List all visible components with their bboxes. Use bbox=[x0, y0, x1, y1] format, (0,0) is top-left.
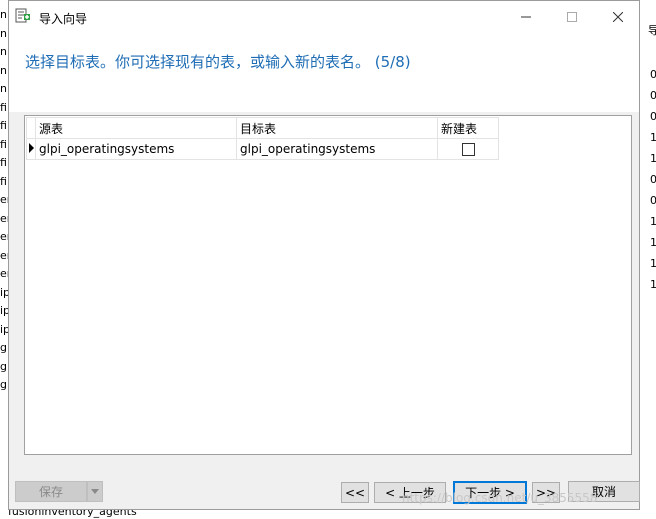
background-left-item: er bbox=[0, 248, 8, 262]
background-right-item: 1 bbox=[650, 257, 656, 270]
background-left-item: gi bbox=[0, 359, 8, 373]
source-table-cell[interactable]: glpi_operatingsystems bbox=[35, 138, 237, 160]
save-label: 保存 bbox=[38, 485, 63, 499]
background-left-item: er bbox=[0, 267, 8, 280]
window-title: 导入向导 bbox=[39, 12, 88, 26]
background-right-item: 1 bbox=[650, 236, 656, 249]
background-left-item: gi bbox=[0, 378, 8, 391]
title-bar[interactable]: 导入向导 bbox=[9, 1, 639, 32]
background-left-item: ip bbox=[0, 322, 8, 336]
header-panel: 选择目标表。你可选择现有的表，或输入新的表名。 (5/8) bbox=[9, 32, 639, 112]
background-right-item: 0 bbox=[650, 68, 656, 81]
background-left-item: ni bbox=[0, 82, 8, 95]
background-left-item: er bbox=[0, 193, 8, 206]
save-dropdown-button[interactable] bbox=[87, 481, 103, 502]
background-left-item: ni bbox=[0, 45, 8, 58]
close-icon bbox=[613, 11, 623, 22]
minimize-button[interactable] bbox=[503, 1, 549, 32]
current-row-icon bbox=[28, 143, 34, 153]
column-header-target[interactable]: 目标表 bbox=[236, 117, 438, 139]
watermark: https://blog.csdn.net/u_3855558 bbox=[402, 491, 598, 505]
new-table-checkbox[interactable] bbox=[461, 143, 475, 156]
row-selector[interactable] bbox=[26, 138, 36, 160]
background-left-item: fi bbox=[0, 100, 7, 114]
background-right-item: 1 bbox=[650, 278, 656, 291]
background-right-header: 导 bbox=[648, 24, 656, 37]
close-button[interactable] bbox=[595, 1, 641, 32]
background-right-item: 0 bbox=[650, 173, 656, 186]
minimize-icon bbox=[521, 16, 531, 17]
first-step-label: << bbox=[344, 485, 366, 500]
row-header-corner bbox=[26, 117, 36, 139]
background-left-item: fi bbox=[0, 156, 7, 169]
background-right-item: 1 bbox=[650, 215, 656, 228]
background-left-item: fi bbox=[0, 137, 7, 151]
background-left-item: gi bbox=[0, 341, 8, 354]
background-right-item: 0 bbox=[650, 194, 656, 207]
grid-header-row: 源表 目标表 新建表 bbox=[26, 117, 499, 139]
background-right-item: 0 bbox=[650, 110, 656, 123]
background-right-item: 1 bbox=[650, 152, 656, 165]
background-left-panel: ni ni ni ni ni fi fi fi fi fi er er er er er ip ip ip gi gi… bbox=[0, 0, 8, 519]
mapping-table: 源表 目标表 新建表 glpi_operatingsystems glpi_op… bbox=[26, 117, 499, 160]
background-right-panel: 导 0 0 0 1 1 0 0 1 1 1 1 bbox=[648, 0, 656, 519]
new-table-cell[interactable] bbox=[437, 138, 499, 160]
table-mapping-grid[interactable]: 源表 目标表 新建表 glpi_operatingsystems glpi_op… bbox=[24, 115, 632, 455]
column-header-source[interactable]: 源表 bbox=[35, 117, 237, 139]
background-left-item: fi bbox=[0, 174, 7, 188]
maximize-button[interactable] bbox=[549, 1, 595, 32]
maximize-icon bbox=[567, 11, 577, 22]
table-row[interactable]: glpi_operatingsystems glpi_operatingsyst… bbox=[26, 138, 499, 160]
save-button[interactable]: 保存 bbox=[15, 481, 87, 502]
background-right-item: 1 bbox=[650, 131, 656, 144]
first-step-button[interactable]: << bbox=[341, 482, 369, 503]
column-header-new-table[interactable]: 新建表 bbox=[437, 117, 499, 139]
background-left-item: er bbox=[0, 211, 8, 225]
background-left-item: ip bbox=[0, 285, 8, 299]
step-heading: 选择目标表。你可选择现有的表，或输入新的表名。 (5/8) bbox=[25, 53, 411, 71]
target-table-cell[interactable]: glpi_operatingsystems bbox=[236, 138, 438, 160]
background-left-item: ip bbox=[0, 304, 8, 317]
background-left-item: er bbox=[0, 230, 8, 243]
background-left-item: ni bbox=[0, 8, 8, 21]
chevron-down-icon bbox=[91, 489, 99, 494]
background-left-item: fi bbox=[0, 119, 7, 132]
import-wizard-window: 导入向导 选择目标表。你可选择现有的表，或输入新的表名。 (5/8) 源表 目标… bbox=[8, 0, 640, 510]
background-left-item: ni bbox=[0, 63, 8, 77]
background-right-item: 0 bbox=[650, 89, 656, 102]
import-wizard-icon bbox=[15, 8, 30, 23]
background-left-item: ni bbox=[0, 26, 8, 40]
